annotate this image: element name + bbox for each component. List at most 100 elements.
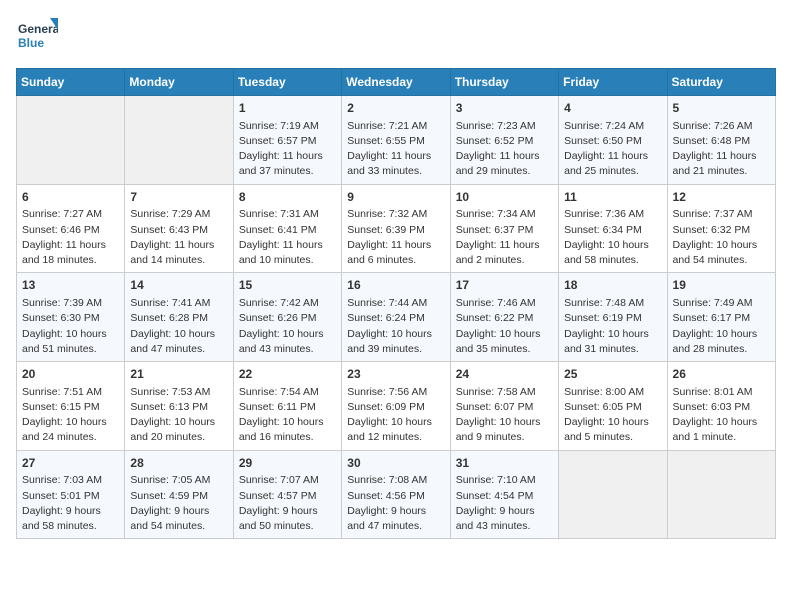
- day-number: 4: [564, 100, 661, 117]
- day-info: Sunrise: 7:49 AM Sunset: 6:17 PM Dayligh…: [673, 296, 770, 357]
- day-number: 1: [239, 100, 336, 117]
- calendar-cell: 12Sunrise: 7:37 AM Sunset: 6:32 PM Dayli…: [667, 184, 775, 273]
- day-info: Sunrise: 7:58 AM Sunset: 6:07 PM Dayligh…: [456, 385, 553, 446]
- calendar-cell: 26 Sunrise: 8:01 AM Sunset: 6:03 PM Dayli…: [667, 362, 775, 451]
- day-number: 13: [22, 277, 119, 294]
- day-number: 26: [673, 366, 770, 383]
- day-info: Sunrise: 7:21 AM Sunset: 6:55 PM Dayligh…: [347, 119, 444, 180]
- day-info: Sunrise: 7:07 AM Sunset: 4:57 PM Dayligh…: [239, 473, 336, 534]
- calendar-day-header: Wednesday: [342, 69, 450, 96]
- calendar-cell: 13 Sunrise: 7:39 AM Sunset: 6:30 PM Dayli…: [17, 273, 125, 362]
- calendar-cell: 14Sunrise: 7:41 AM Sunset: 6:28 PM Dayli…: [125, 273, 233, 362]
- day-number: 21: [130, 366, 227, 383]
- day-number: 17: [456, 277, 553, 294]
- calendar-cell: 28Sunrise: 7:05 AM Sunset: 4:59 PM Dayli…: [125, 450, 233, 539]
- calendar-day-header: Saturday: [667, 69, 775, 96]
- calendar-cell: 4 Sunrise: 7:24 AM Sunset: 6:50 PM Daylig…: [559, 96, 667, 185]
- day-number: 3: [456, 100, 553, 117]
- day-info: Sunrise: 7:03 AM Sunset: 5:01 PM Dayligh…: [22, 473, 119, 534]
- day-info: Sunrise: 7:42 AM Sunset: 6:26 PM Dayligh…: [239, 296, 336, 357]
- day-info: Sunrise: 7:41 AM Sunset: 6:28 PM Dayligh…: [130, 296, 227, 357]
- day-number: 22: [239, 366, 336, 383]
- day-number: 18: [564, 277, 661, 294]
- calendar-week-row: 1 Sunrise: 7:19 AM Sunset: 6:57 PM Daylig…: [17, 96, 776, 185]
- day-info: Sunrise: 7:26 AM Sunset: 6:48 PM Dayligh…: [673, 119, 770, 180]
- day-number: 16: [347, 277, 444, 294]
- calendar-cell: 24Sunrise: 7:58 AM Sunset: 6:07 PM Dayli…: [450, 362, 558, 451]
- day-info: Sunrise: 7:27 AM Sunset: 6:46 PM Dayligh…: [22, 207, 119, 268]
- day-number: 5: [673, 100, 770, 117]
- day-number: 6: [22, 189, 119, 206]
- day-number: 19: [673, 277, 770, 294]
- calendar-cell: [559, 450, 667, 539]
- day-info: Sunrise: 7:36 AM Sunset: 6:34 PM Dayligh…: [564, 207, 661, 268]
- day-info: Sunrise: 7:23 AM Sunset: 6:52 PM Dayligh…: [456, 119, 553, 180]
- page-header: General Blue: [16, 16, 776, 58]
- day-info: Sunrise: 7:37 AM Sunset: 6:32 PM Dayligh…: [673, 207, 770, 268]
- day-info: Sunrise: 7:31 AM Sunset: 6:41 PM Dayligh…: [239, 207, 336, 268]
- calendar-cell: 3 Sunrise: 7:23 AM Sunset: 6:52 PM Daylig…: [450, 96, 558, 185]
- calendar-cell: 22 Sunrise: 7:54 AM Sunset: 6:11 PM Dayli…: [233, 362, 341, 451]
- calendar-day-header: Monday: [125, 69, 233, 96]
- day-info: Sunrise: 7:34 AM Sunset: 6:37 PM Dayligh…: [456, 207, 553, 268]
- calendar-cell: 5 Sunrise: 7:26 AM Sunset: 6:48 PM Daylig…: [667, 96, 775, 185]
- day-number: 28: [130, 455, 227, 472]
- day-info: Sunrise: 7:29 AM Sunset: 6:43 PM Dayligh…: [130, 207, 227, 268]
- day-number: 15: [239, 277, 336, 294]
- day-number: 29: [239, 455, 336, 472]
- calendar-cell: 27Sunrise: 7:03 AM Sunset: 5:01 PM Dayli…: [17, 450, 125, 539]
- calendar-cell: 6Sunrise: 7:27 AM Sunset: 6:46 PM Daylig…: [17, 184, 125, 273]
- calendar-cell: [17, 96, 125, 185]
- day-info: Sunrise: 7:08 AM Sunset: 4:56 PM Dayligh…: [347, 473, 444, 534]
- day-info: Sunrise: 7:10 AM Sunset: 4:54 PM Dayligh…: [456, 473, 553, 534]
- calendar-cell: 18 Sunrise: 7:48 AM Sunset: 6:19 PM Dayli…: [559, 273, 667, 362]
- day-info: Sunrise: 7:53 AM Sunset: 6:13 PM Dayligh…: [130, 385, 227, 446]
- day-number: 20: [22, 366, 119, 383]
- calendar-day-header: Tuesday: [233, 69, 341, 96]
- calendar-week-row: 27Sunrise: 7:03 AM Sunset: 5:01 PM Dayli…: [17, 450, 776, 539]
- day-number: 30: [347, 455, 444, 472]
- calendar-cell: 7Sunrise: 7:29 AM Sunset: 6:43 PM Daylig…: [125, 184, 233, 273]
- calendar-cell: 16 Sunrise: 7:44 AM Sunset: 6:24 PM Dayli…: [342, 273, 450, 362]
- calendar-week-row: 13 Sunrise: 7:39 AM Sunset: 6:30 PM Dayli…: [17, 273, 776, 362]
- calendar-cell: [125, 96, 233, 185]
- calendar-cell: 20Sunrise: 7:51 AM Sunset: 6:15 PM Dayli…: [17, 362, 125, 451]
- calendar-cell: 19 Sunrise: 7:49 AM Sunset: 6:17 PM Dayli…: [667, 273, 775, 362]
- day-number: 12: [673, 189, 770, 206]
- day-info: Sunrise: 7:48 AM Sunset: 6:19 PM Dayligh…: [564, 296, 661, 357]
- calendar-cell: 9Sunrise: 7:32 AM Sunset: 6:39 PM Daylig…: [342, 184, 450, 273]
- calendar-cell: 8Sunrise: 7:31 AM Sunset: 6:41 PM Daylig…: [233, 184, 341, 273]
- day-number: 23: [347, 366, 444, 383]
- day-info: Sunrise: 7:46 AM Sunset: 6:22 PM Dayligh…: [456, 296, 553, 357]
- day-info: Sunrise: 8:00 AM Sunset: 6:05 PM Dayligh…: [564, 385, 661, 446]
- day-info: Sunrise: 7:44 AM Sunset: 6:24 PM Dayligh…: [347, 296, 444, 357]
- day-info: Sunrise: 7:39 AM Sunset: 6:30 PM Dayligh…: [22, 296, 119, 357]
- day-info: Sunrise: 7:56 AM Sunset: 6:09 PM Dayligh…: [347, 385, 444, 446]
- day-number: 2: [347, 100, 444, 117]
- day-number: 27: [22, 455, 119, 472]
- calendar-cell: 21 Sunrise: 7:53 AM Sunset: 6:13 PM Dayli…: [125, 362, 233, 451]
- calendar-cell: [667, 450, 775, 539]
- calendar-cell: 25 Sunrise: 8:00 AM Sunset: 6:05 PM Dayli…: [559, 362, 667, 451]
- svg-text:Blue: Blue: [18, 36, 44, 50]
- day-number: 9: [347, 189, 444, 206]
- logo: General Blue: [16, 16, 58, 58]
- calendar-cell: 30Sunrise: 7:08 AM Sunset: 4:56 PM Dayli…: [342, 450, 450, 539]
- calendar-day-header: Friday: [559, 69, 667, 96]
- calendar-cell: 1 Sunrise: 7:19 AM Sunset: 6:57 PM Daylig…: [233, 96, 341, 185]
- calendar-cell: 29Sunrise: 7:07 AM Sunset: 4:57 PM Dayli…: [233, 450, 341, 539]
- day-info: Sunrise: 7:24 AM Sunset: 6:50 PM Dayligh…: [564, 119, 661, 180]
- calendar-day-header: Thursday: [450, 69, 558, 96]
- day-number: 25: [564, 366, 661, 383]
- calendar-cell: 11Sunrise: 7:36 AM Sunset: 6:34 PM Dayli…: [559, 184, 667, 273]
- day-info: Sunrise: 7:19 AM Sunset: 6:57 PM Dayligh…: [239, 119, 336, 180]
- calendar-week-row: 20Sunrise: 7:51 AM Sunset: 6:15 PM Dayli…: [17, 362, 776, 451]
- day-number: 8: [239, 189, 336, 206]
- day-info: Sunrise: 7:32 AM Sunset: 6:39 PM Dayligh…: [347, 207, 444, 268]
- calendar-day-header: Sunday: [17, 69, 125, 96]
- calendar-cell: 17 Sunrise: 7:46 AM Sunset: 6:22 PM Dayli…: [450, 273, 558, 362]
- day-number: 31: [456, 455, 553, 472]
- day-info: Sunrise: 8:01 AM Sunset: 6:03 PM Dayligh…: [673, 385, 770, 446]
- day-info: Sunrise: 7:54 AM Sunset: 6:11 PM Dayligh…: [239, 385, 336, 446]
- svg-text:General: General: [18, 22, 58, 36]
